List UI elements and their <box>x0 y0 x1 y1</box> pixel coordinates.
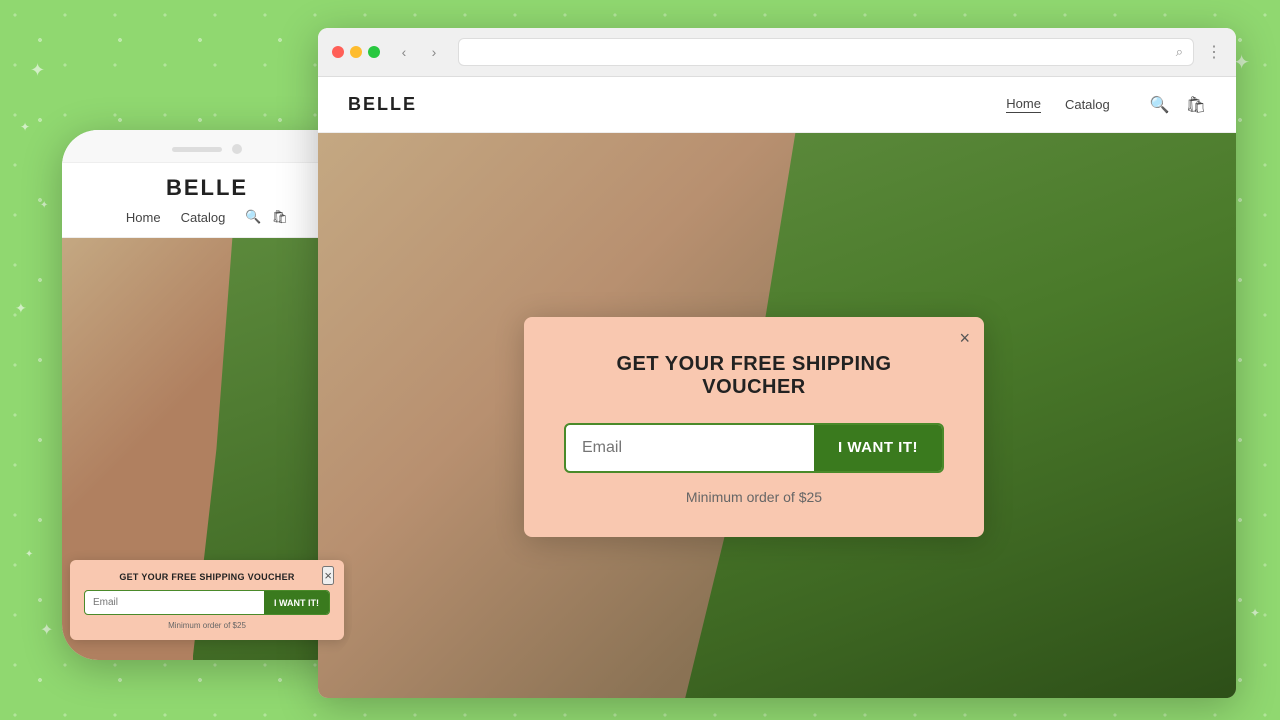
browser-dots <box>332 46 380 58</box>
browser-nav: ‹ › <box>392 40 446 64</box>
browser-dot-yellow[interactable] <box>350 46 362 58</box>
mobile-cart-icon[interactable]: 🛍 <box>272 209 289 225</box>
popup-title: GET YOUR FREE SHIPPING VOUCHER <box>564 353 944 399</box>
mobile-speaker <box>172 147 222 152</box>
mobile-search-icon[interactable]: 🔍 <box>245 209 261 225</box>
browser-forward-button[interactable]: › <box>422 40 446 64</box>
mobile-popup-close-button[interactable]: × <box>322 566 334 585</box>
browser-dot-red[interactable] <box>332 46 344 58</box>
browser-chrome: ‹ › ⌕ ⋮ <box>318 28 1236 77</box>
mobile-nav-home[interactable]: Home <box>126 210 161 225</box>
browser-url-bar[interactable]: ⌕ <box>458 38 1194 66</box>
mobile-nav-icons: 🔍 🛍 <box>245 209 288 225</box>
store-logo: BELLE <box>348 94 417 115</box>
popup-form: I WANT IT! <box>564 423 944 473</box>
sparkle-6: ✦ <box>25 549 33 560</box>
sparkle-1: ✦ <box>30 60 45 81</box>
store-header-icons: 🔍 🛍 <box>1150 95 1206 115</box>
mobile-nav-catalog[interactable]: Catalog <box>181 210 226 225</box>
browser-menu-button[interactable]: ⋮ <box>1206 42 1222 62</box>
mobile-phone: BELLE Home Catalog 🔍 🛍 × GET YOUR FREE S… <box>62 130 352 660</box>
sparkle-8: ✦ <box>1250 606 1260 620</box>
popup-modal: × GET YOUR FREE SHIPPING VOUCHER I WANT … <box>524 317 984 537</box>
search-icon[interactable]: 🔍 <box>1150 95 1170 115</box>
sparkle-3: ✦ <box>40 200 48 211</box>
mobile-top-bar <box>62 130 352 163</box>
mobile-popup-form: I WANT IT! <box>84 590 330 615</box>
mobile-nav: Home Catalog 🔍 🛍 <box>72 201 342 229</box>
mobile-popup-footnote: Minimum order of $25 <box>84 621 330 630</box>
submit-button[interactable]: I WANT IT! <box>814 425 942 471</box>
store-nav: Home Catalog <box>1006 96 1110 113</box>
sparkle-5: ✦ <box>40 620 53 640</box>
mobile-popup: × GET YOUR FREE SHIPPING VOUCHER I WANT … <box>70 560 344 640</box>
nav-catalog[interactable]: Catalog <box>1065 97 1110 112</box>
popup-close-button[interactable]: × <box>959 329 970 347</box>
popup-footnote: Minimum order of $25 <box>564 489 944 505</box>
email-input[interactable] <box>566 425 814 471</box>
browser-back-button[interactable]: ‹ <box>392 40 416 64</box>
browser-dot-green[interactable] <box>368 46 380 58</box>
browser-window: ‹ › ⌕ ⋮ BELLE Home Catalog 🔍 🛍 × GET YOU… <box>318 28 1236 698</box>
cart-icon[interactable]: 🛍 <box>1186 95 1206 115</box>
sparkle-2: ✦ <box>20 120 30 134</box>
nav-home[interactable]: Home <box>1006 96 1041 113</box>
mobile-store-header: BELLE Home Catalog 🔍 🛍 <box>62 163 352 238</box>
url-search-icon: ⌕ <box>1176 44 1183 60</box>
mobile-logo: BELLE <box>72 175 342 201</box>
mobile-email-input[interactable] <box>85 591 264 614</box>
mobile-camera <box>232 144 242 154</box>
hero-area: × GET YOUR FREE SHIPPING VOUCHER I WANT … <box>318 133 1236 698</box>
mobile-hero: × GET YOUR FREE SHIPPING VOUCHER I WANT … <box>62 238 352 660</box>
mobile-popup-title: GET YOUR FREE SHIPPING VOUCHER <box>84 572 330 582</box>
store-header: BELLE Home Catalog 🔍 🛍 <box>318 77 1236 133</box>
sparkle-4: ✦ <box>15 300 27 317</box>
mobile-submit-button[interactable]: I WANT IT! <box>264 591 329 614</box>
